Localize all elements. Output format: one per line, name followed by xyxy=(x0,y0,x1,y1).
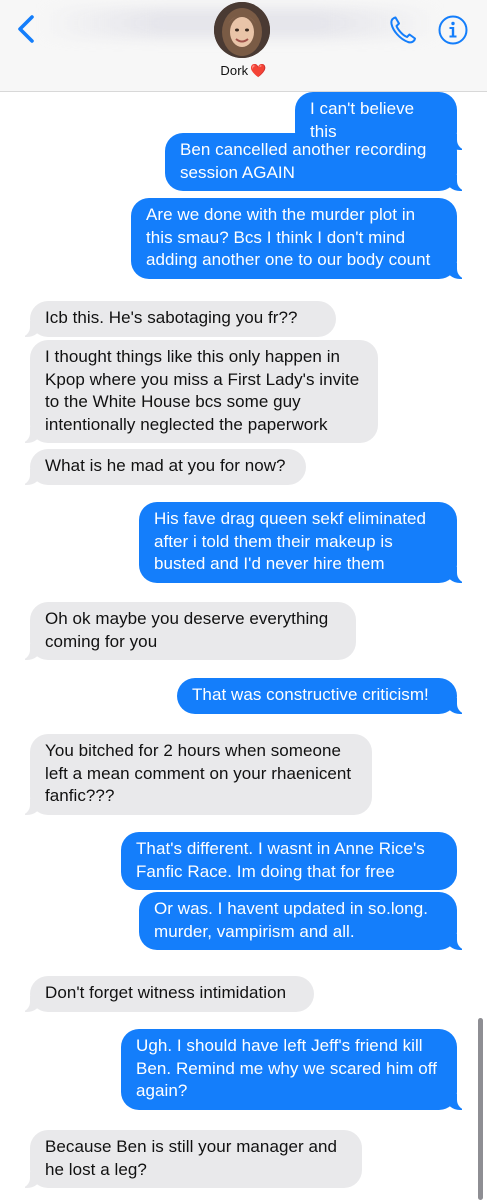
message-text: Are we done with the murder plot in this… xyxy=(146,205,431,269)
message-text: Oh ok maybe you deserve everything comin… xyxy=(45,609,329,651)
message-text: I can't believe this xyxy=(310,99,415,141)
message-text: You bitched for 2 hours when someone lef… xyxy=(45,741,352,805)
chevron-left-icon xyxy=(18,15,34,43)
message-bubble-outgoing[interactable]: Or was. I havent updated in so.long. mur… xyxy=(139,892,468,950)
message-bubble-incoming[interactable]: Oh ok maybe you deserve everything comin… xyxy=(19,602,356,660)
message-text: Icb this. He's sabotaging you fr?? xyxy=(45,308,298,327)
contact-name: Dork xyxy=(220,63,249,78)
message-bubble-outgoing[interactable]: That's different. I wasnt in Anne Rice's… xyxy=(121,832,457,890)
back-button[interactable] xyxy=(12,12,42,46)
message-text: I thought things like this only happen i… xyxy=(45,347,360,434)
message-bubble-incoming[interactable]: Because Ben is still your manager and he… xyxy=(19,1130,362,1188)
message-bubble-outgoing[interactable]: Ugh. I should have left Jeff's friend ki… xyxy=(121,1029,468,1110)
message-text: That was constructive criticism! xyxy=(192,685,429,704)
message-bubble-incoming[interactable]: Don't forget witness intimidation xyxy=(19,976,314,1012)
message-bubble-incoming[interactable]: You bitched for 2 hours when someone lef… xyxy=(19,734,372,815)
message-bubble-incoming[interactable]: Icb this. He's sabotaging you fr?? xyxy=(19,301,336,337)
heart-emoji: ❤️ xyxy=(250,63,267,78)
message-bubble-outgoing[interactable]: Ben cancelled another recording session … xyxy=(165,133,468,191)
message-bubble-outgoing[interactable]: His fave drag queen sekf eliminated afte… xyxy=(139,502,468,583)
message-thread[interactable]: I can't believe this Ben cancelled anoth… xyxy=(0,92,487,1200)
message-bubble-outgoing[interactable]: Are we done with the murder plot in this… xyxy=(131,198,468,279)
message-text: What is he mad at you for now? xyxy=(45,456,286,475)
contact-name-label[interactable]: Dork ❤️ xyxy=(0,63,487,79)
phone-icon xyxy=(390,16,416,44)
message-text: Don't forget witness intimidation xyxy=(45,983,287,1002)
contact-avatar[interactable] xyxy=(214,2,270,58)
message-text: His fave drag queen sekf eliminated afte… xyxy=(154,509,427,573)
message-text: Ugh. I should have left Jeff's friend ki… xyxy=(136,1036,438,1100)
conversation-header: Dork ❤️ xyxy=(0,0,487,92)
info-icon xyxy=(438,15,468,45)
message-bubble-incoming[interactable]: What is he mad at you for now? xyxy=(19,449,306,485)
scrollbar-thumb[interactable] xyxy=(478,1018,483,1200)
message-bubble-incoming[interactable]: I thought things like this only happen i… xyxy=(19,340,378,443)
call-button[interactable] xyxy=(388,14,418,46)
message-text: That's different. I wasnt in Anne Rice's… xyxy=(136,839,425,881)
info-button[interactable] xyxy=(437,14,469,46)
message-text: Ben cancelled another recording session … xyxy=(180,140,427,182)
avatar-photo xyxy=(214,2,270,58)
message-text: Because Ben is still your manager and he… xyxy=(45,1137,337,1179)
message-bubble-outgoing[interactable]: That was constructive criticism! xyxy=(177,678,468,714)
message-text: Or was. I havent updated in so.long. mur… xyxy=(154,899,428,941)
